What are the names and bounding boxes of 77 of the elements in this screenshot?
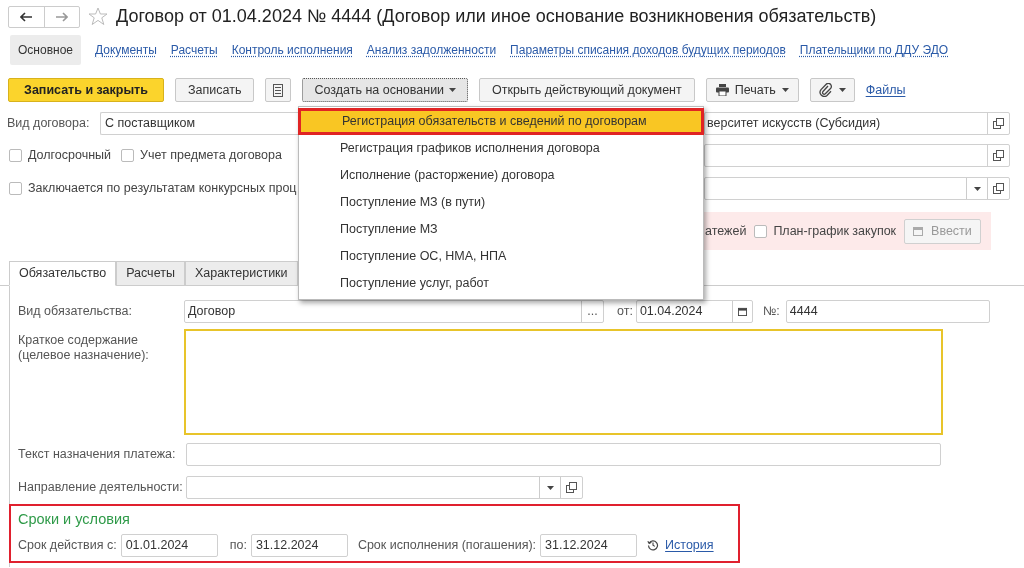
files-link[interactable]: Файлы: [865, 80, 906, 100]
section-link[interactable]: Расчеты: [170, 41, 218, 59]
create-based-on-button[interactable]: Создать на основании: [302, 78, 469, 102]
attach-button[interactable]: [809, 78, 855, 102]
section-link[interactable]: Основное: [10, 35, 81, 65]
window-title: Договор от 01.04.2024 № 4444 (Договор или иное основание возникновения обязательств): [116, 5, 877, 28]
field-label: Направление деятельности:: [18, 479, 184, 497]
paperclip-icon: [818, 83, 833, 97]
date-field[interactable]: 31.12.2024: [540, 533, 638, 557]
tab[interactable]: Расчеты: [116, 261, 185, 286]
back-arrow-icon: [19, 11, 33, 22]
section-link[interactable]: Документы: [95, 41, 157, 59]
section-title: Сроки и условия: [18, 510, 131, 529]
open-icon[interactable]: [566, 482, 577, 493]
checkbox-label: Долгосрочный: [28, 147, 112, 165]
tab[interactable]: Обязательство: [9, 261, 117, 286]
field-label: по:: [229, 536, 247, 554]
toolbar-button[interactable]: Открыть действующий документ: [479, 78, 695, 102]
date-field[interactable]: 01.01.2024: [120, 533, 218, 557]
checkbox-label: План-график закупок: [773, 222, 897, 240]
menu-item[interactable]: Поступление МЗ (в пути): [299, 189, 703, 216]
section-link[interactable]: Параметры списания доходов будущих периодов: [510, 41, 786, 59]
input-field[interactable]: [704, 144, 1010, 167]
menu-item[interactable]: Регистрация обязательств и сведений по договорам: [298, 108, 704, 135]
checkbox[interactable]: [754, 224, 768, 238]
field-label: Срок действия с:: [18, 536, 117, 554]
section-link[interactable]: Анализ задолженности: [366, 41, 497, 59]
history-icon: [647, 539, 660, 552]
field-label: Краткое содержание (целевое назначение):: [18, 332, 150, 364]
calendar-icon: [913, 226, 924, 236]
caret-icon: [449, 88, 457, 92]
open-icon[interactable]: [993, 150, 1004, 161]
history-link[interactable]: История: [665, 535, 714, 555]
caret-icon: [838, 88, 846, 92]
field-label: от:: [617, 303, 633, 321]
choose-button[interactable]: ...: [581, 301, 603, 322]
menu-item[interactable]: Поступление услуг, работ: [299, 270, 703, 297]
payment-text-field[interactable]: [186, 443, 941, 466]
checkbox[interactable]: [9, 149, 22, 162]
field-label: Срок исполнения (погашения):: [357, 536, 537, 554]
obligation-type-field[interactable]: Договор ...: [184, 300, 604, 323]
activity-field[interactable]: [186, 476, 583, 499]
list-icon[interactable]: [265, 78, 292, 102]
menu-item[interactable]: Поступление ОС, НМА, НПА: [299, 243, 703, 270]
forward-arrow-icon: [55, 11, 69, 22]
caret-icon: [546, 485, 554, 490]
section-link[interactable]: Контроль исполнения: [231, 41, 353, 59]
date-field[interactable]: 01.04.2024: [635, 300, 753, 323]
open-icon[interactable]: [993, 183, 1004, 194]
field-label: №:: [762, 303, 780, 321]
number-field[interactable]: 4444: [785, 300, 990, 323]
checkbox[interactable]: [9, 182, 22, 195]
menu-item[interactable]: Поступление МЗ: [299, 216, 703, 243]
field-label: Текст назначения платежа:: [18, 446, 177, 464]
section-link[interactable]: Плательщики по ДДУ ЭДО: [799, 41, 949, 59]
menu-item[interactable]: Регистрация графиков исполнения договора: [299, 135, 703, 162]
toolbar-button[interactable]: Записать: [175, 78, 255, 102]
checkbox-label: Заключается по результатам конкурсных проц: [28, 180, 297, 198]
checkbox[interactable]: [121, 149, 135, 162]
caret-icon: [781, 88, 789, 92]
print-button[interactable]: Печать: [705, 78, 799, 102]
contract-type-field[interactable]: С поставщиком: [100, 112, 300, 135]
organization-field[interactable]: верситет искусств (Субсидия): [704, 112, 1010, 135]
field-label: Вид договора:: [7, 115, 91, 133]
date-field[interactable]: 31.12.2024: [250, 533, 348, 557]
star-icon[interactable]: [88, 7, 108, 26]
open-icon[interactable]: [993, 118, 1004, 129]
printer-icon: [715, 84, 729, 96]
save-close-button[interactable]: Записать и закрыть: [8, 78, 164, 102]
checkbox-label: атежей: [705, 222, 747, 240]
caret-icon: [973, 186, 981, 191]
select-field[interactable]: [704, 177, 1010, 200]
menu-item[interactable]: Исполнение (расторжение) договора: [299, 162, 703, 189]
field-label: Вид обязательства:: [18, 303, 133, 321]
calendar-icon: [737, 307, 747, 316]
checkbox-label: Учет предмета договора: [140, 147, 282, 165]
tab[interactable]: Характеристики: [184, 261, 298, 286]
